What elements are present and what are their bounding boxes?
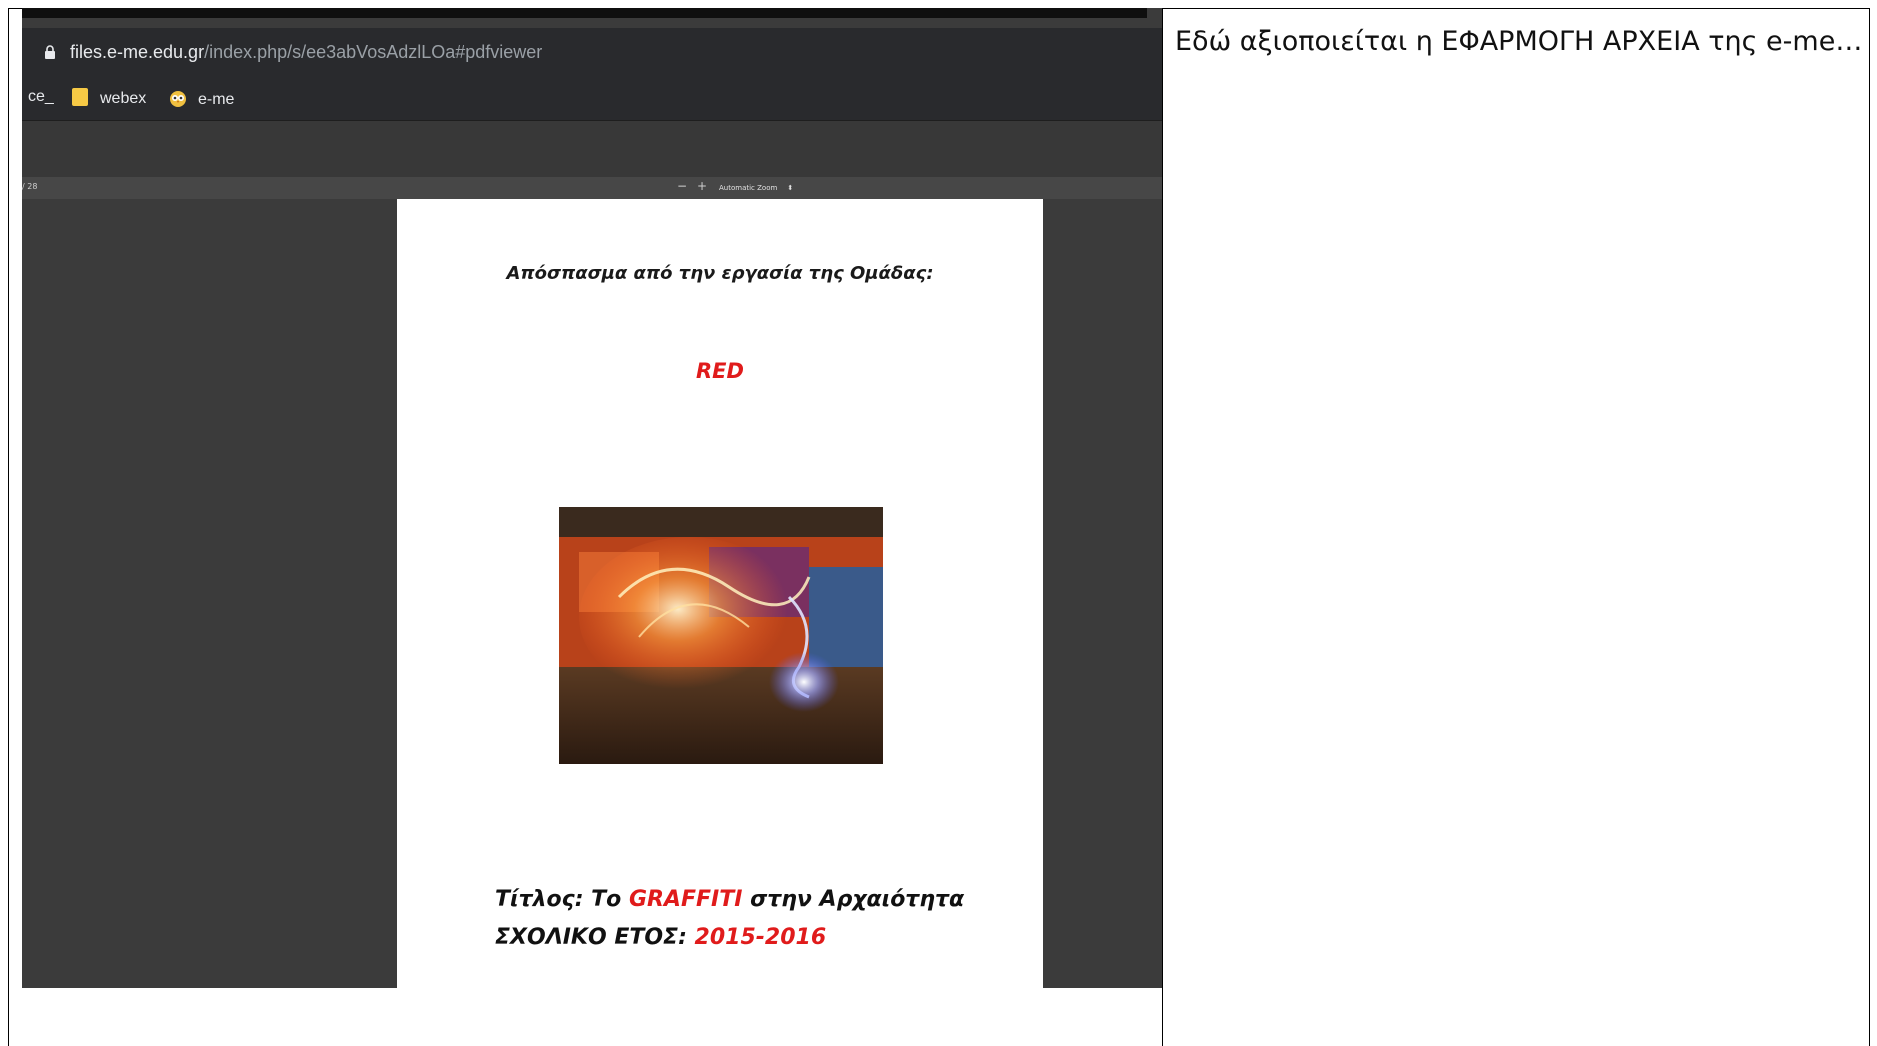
caption-text: Εδώ αξιοποιείται η ΕΦΑΡΜΟΓΗ ΑΡΧΕΙΑ της e… [1175,26,1863,57]
pdf-page: Απόσπασμα από την εργασία της Ομάδας: RE… [397,199,1043,988]
title-rest: στην Αρχαιότητα [742,887,965,912]
bookmark-ce[interactable]: ce_ [28,88,54,106]
table-column-divider [1162,8,1163,1046]
bookmarks-bar: ce_ webex e-me [22,78,1162,121]
address-bar[interactable]: files.e-me.edu.gr/index.php/s/ee3abVosAd… [22,28,1162,78]
url-text[interactable]: files.e-me.edu.gr/index.php/s/ee3abVosAd… [70,42,542,63]
year-label: ΣΧΟΛΙΚΟ ΕΤΟΣ: [495,925,695,950]
browser-screenshot: files.e-me.edu.gr/index.php/s/ee3abVosAd… [22,8,1162,988]
viewer-header [22,121,1162,177]
bookmark-label: e-me [198,91,235,108]
bookmark-label: webex [100,90,147,107]
title-label: Τίτλος: Το [495,887,629,912]
school-year-line: ΣΧΟΛΙΚΟ ΕΤΟΣ: 2015-2016 [495,925,826,950]
pdf-toolbar: / 28 − + Automatic Zoom ⬍ [22,177,1162,199]
url-path: /index.php/s/ee3abVosAdzlLOa#pdfviewer [204,42,543,62]
year-value: 2015-2016 [694,925,827,950]
tab-strip [22,8,1147,18]
bookmark-label: ce_ [28,88,54,105]
folder-icon [72,88,88,106]
title-line: Τίτλος: Το GRAFFITI στην Αρχαιότητα [495,887,964,912]
group-name: RED [696,359,744,383]
bookmark-e-me[interactable]: e-me [168,88,234,109]
owl-icon [170,91,186,107]
lock-icon [45,45,55,59]
zoom-select[interactable]: Automatic Zoom ⬍ [715,181,797,195]
excerpt-heading: Απόσπασμα από την εργασία της Ομάδας: [506,263,934,284]
zoom-out-button[interactable]: − [677,179,687,193]
zoom-in-button[interactable]: + [697,179,707,193]
page-count: / 28 [22,182,38,191]
zoom-level: Automatic Zoom [719,184,778,192]
chevron-down-icon: ⬍ [787,184,794,192]
graffiti-photo [559,507,883,764]
bookmark-webex[interactable]: webex [72,88,146,108]
title-highlight: GRAFFITI [628,887,743,912]
url-host: files.e-me.edu.gr [70,42,205,62]
